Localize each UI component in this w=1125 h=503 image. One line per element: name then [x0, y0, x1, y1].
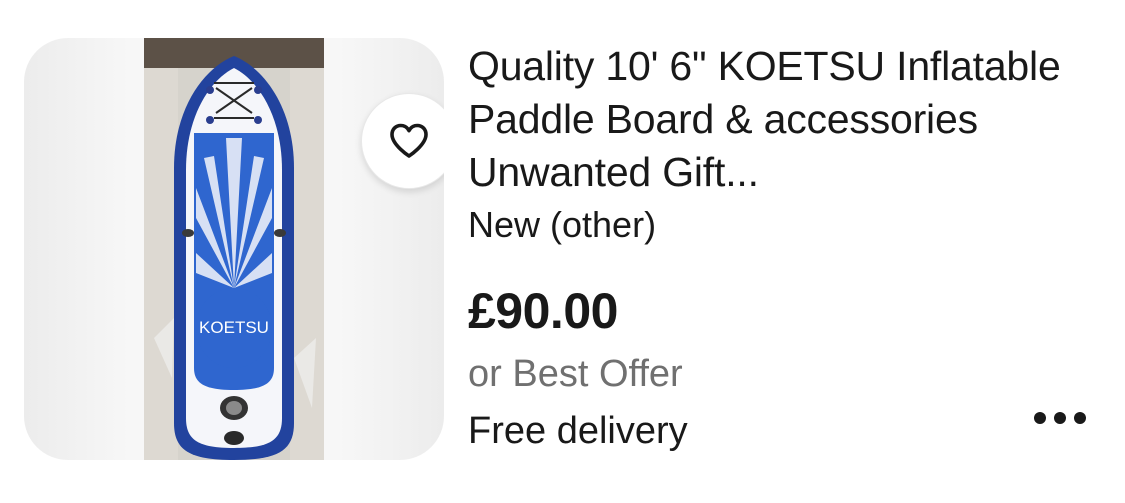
listing-card[interactable]: KOETSU Quality 10' 6" KOETSU Inflatable …	[0, 0, 1125, 503]
board-brand-text: KOETSU	[199, 318, 269, 337]
listing-info: Quality 10' 6" KOETSU Inflatable Paddle …	[468, 40, 1098, 247]
paddle-board-image: KOETSU	[144, 38, 324, 460]
watch-button[interactable]	[361, 93, 444, 189]
heart-icon	[390, 123, 428, 158]
paddle-board-photo: KOETSU	[144, 38, 324, 460]
more-options-icon	[1054, 412, 1066, 424]
listing-price: £90.00	[468, 283, 618, 339]
best-offer-label: or Best Offer	[468, 353, 683, 395]
delivery-label: Free delivery	[468, 410, 688, 452]
more-options-icon	[1034, 412, 1046, 424]
more-options-button[interactable]	[1020, 398, 1100, 438]
listing-title[interactable]: Quality 10' 6" KOETSU Inflatable Paddle …	[468, 40, 1098, 199]
listing-thumbnail[interactable]: KOETSU	[24, 38, 444, 460]
listing-condition: New (other)	[468, 204, 657, 245]
more-options-icon	[1074, 412, 1086, 424]
